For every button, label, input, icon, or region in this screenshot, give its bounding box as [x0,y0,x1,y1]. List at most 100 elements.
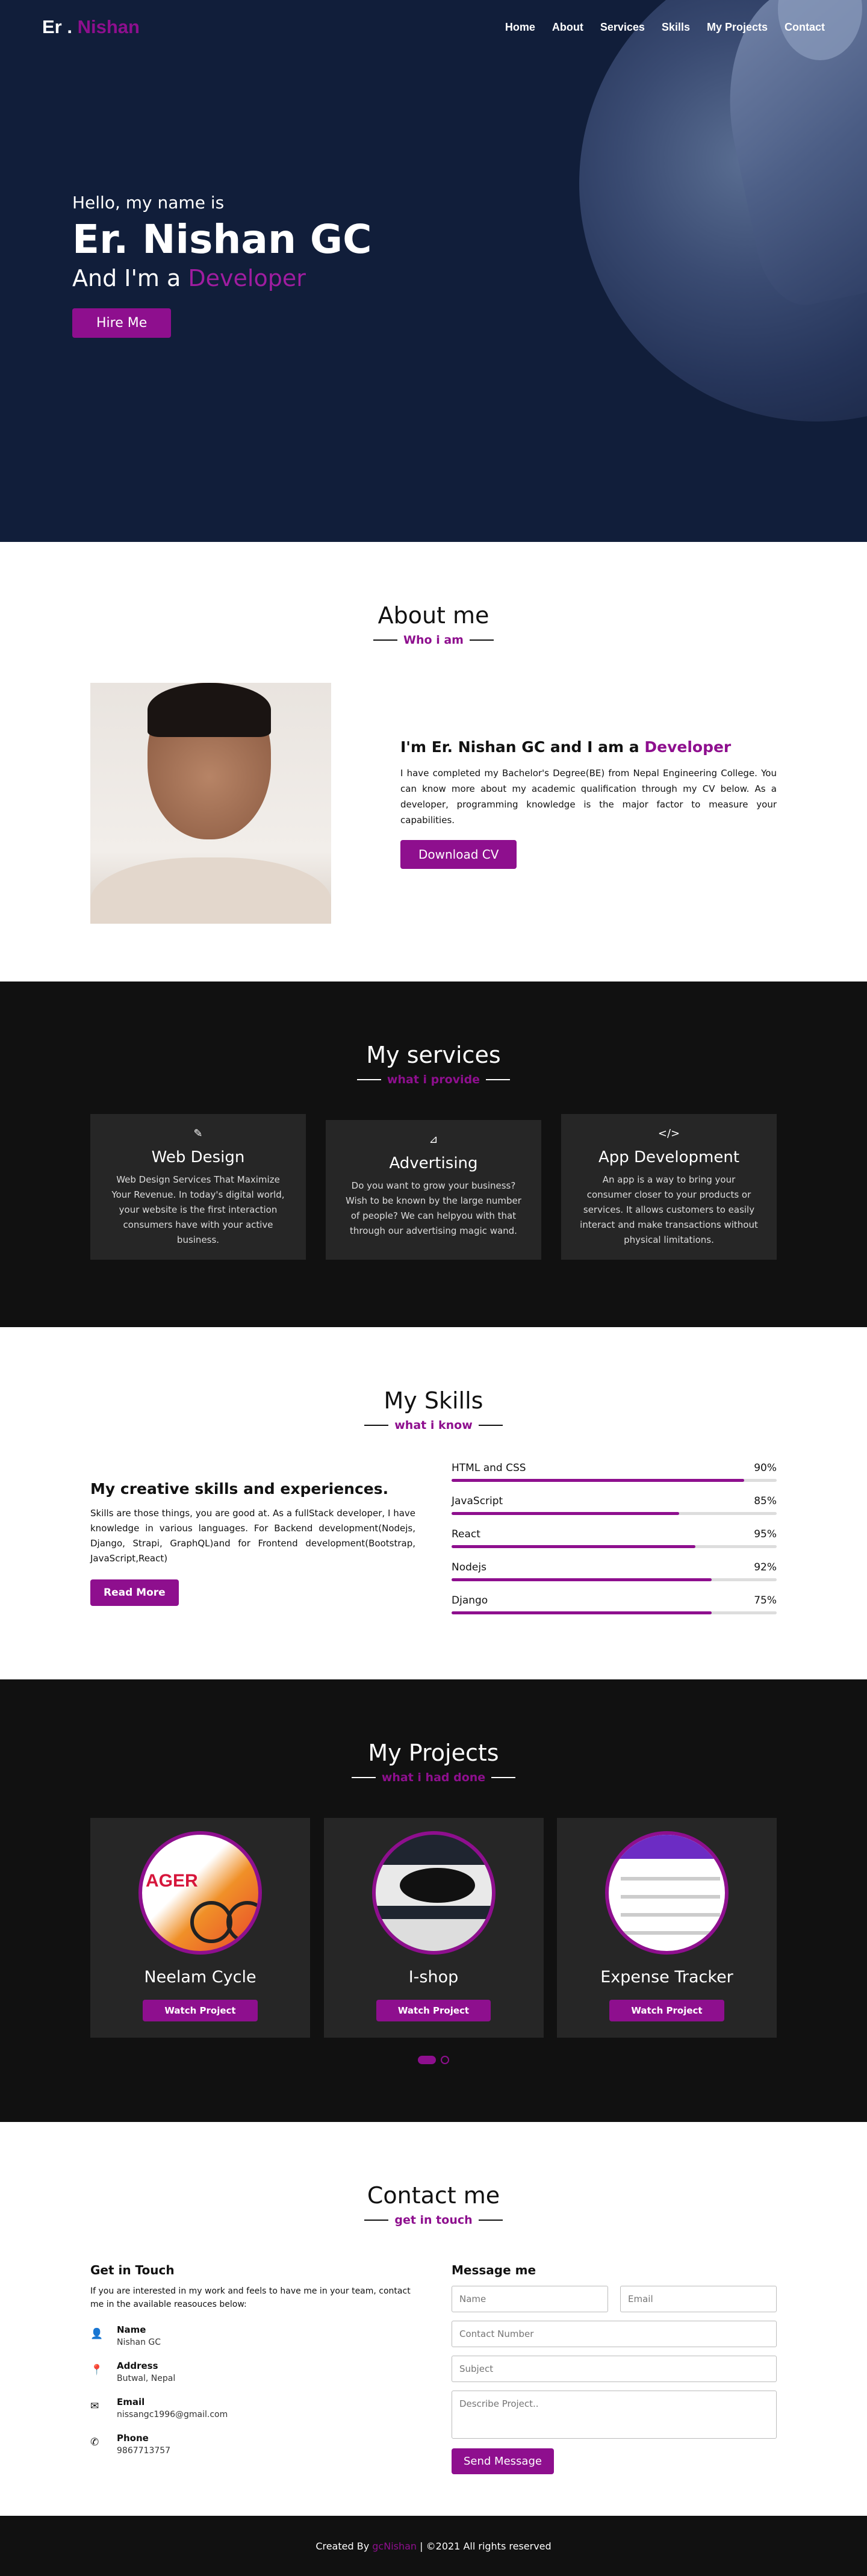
hero-name: Er. Nishan GC [72,216,372,263]
about-subtitle-text: Who i am [403,633,464,647]
footer-author-link[interactable]: gcNishan [372,2540,417,2552]
service-card-title: Advertising [389,1154,478,1172]
skill-bar-fill [452,1578,712,1581]
skill-name: Nodejs [452,1561,486,1573]
nav-link-projects[interactable]: My Projects [707,21,768,34]
code-icon: </> [657,1127,680,1140]
service-card-advertising: ⊿ Advertising Do you want to grow your b… [326,1120,541,1260]
contact-form: Message me Send Message [452,2263,777,2474]
contact-section: Contact me get in touch Get in Touch If … [0,2122,867,2516]
top-navbar: Er . Nishan Home About Services Skills M… [0,0,867,54]
skills-paragraph: Skills are those things, you are good at… [90,1508,415,1564]
thumbnail-row [621,1931,720,1935]
carousel-dot[interactable] [441,2056,449,2064]
contact-title: Contact me [367,2182,500,2209]
contact-item-address: 📍 Address Butwal, Nepal [90,2360,418,2383]
watch-project-button[interactable]: Watch Project [609,2000,724,2021]
project-thumbnail: AGER [138,1831,262,1955]
footer-prefix: Created By [315,2540,370,2552]
divider-line [356,1079,381,1080]
services-section: My services what i provide ✎ Web Design … [0,982,867,1327]
send-message-button[interactable]: Send Message [452,2448,554,2474]
watch-project-button[interactable]: Watch Project [376,2000,491,2021]
thumbnail-grid [375,1919,492,1951]
skill-percent: 95% [754,1528,777,1540]
service-cards: ✎ Web Design Web Design Services That Ma… [90,1114,777,1260]
bicycle-wheel-shape [226,1901,258,1943]
about-heading-role: Developer [644,738,732,756]
contact-value: Butwal, Nepal [117,2374,176,2383]
skill-name: HTML and CSS [452,1462,526,1474]
skill-bar-track [452,1611,777,1614]
service-card-title: Web Design [151,1148,245,1166]
skill-item: HTML and CSS 90% [452,1462,777,1482]
skill-bar-fill [452,1512,679,1515]
service-card-text: Web Design Services That Maximize Your R… [111,1174,285,1245]
name-input[interactable] [452,2286,608,2312]
hire-me-button[interactable]: Hire Me [72,308,172,338]
site-logo[interactable]: Er . Nishan [42,16,140,38]
form-row [452,2286,777,2312]
skills-heading: My creative skills and experiences. [90,1480,389,1498]
about-content: I'm Er. Nishan GC and I am a Developer I… [90,683,777,924]
skills-subtitle-text: what i know [394,1419,473,1432]
person-icon: 👤 [90,2328,104,2340]
hero-text: Hello, my name is Er. Nishan GC And I'm … [72,193,372,338]
thumbnail-product [399,1868,475,1903]
profile-photo [90,683,331,924]
skills-subtitle: what i know [0,1419,867,1432]
watch-project-button[interactable]: Watch Project [143,2000,258,2021]
photo-body [90,857,331,924]
nav-link-services[interactable]: Services [600,21,645,34]
contact-info: Get in Touch If you are interested in my… [90,2263,418,2474]
thumbnail-row [621,1895,720,1899]
skill-bar-fill [452,1479,744,1482]
services-title: My services [366,1042,501,1068]
logo-prefix: Er . [42,16,72,37]
carousel-dot-active[interactable] [418,2056,436,2064]
logo-name: Nishan [77,16,140,37]
contact-value: nissangc1996@gmail.com [117,2410,228,2419]
skill-bar-track [452,1545,777,1548]
skill-item: Nodejs 92% [452,1561,777,1581]
skill-name: JavaScript [452,1495,503,1507]
projects-section: My Projects what i had done AGER Neelam … [0,1679,867,2122]
contact-label: Phone [117,2433,149,2444]
skills-section: My Skills what i know My creative skills… [0,1327,867,1679]
thumbnail-header [609,1835,725,1859]
photo-hair [148,683,271,737]
contact-info-heading: Get in Touch [90,2263,175,2277]
service-card-web-design: ✎ Web Design Web Design Services That Ma… [90,1114,306,1260]
project-description-textarea[interactable] [452,2391,777,2439]
skill-bars: HTML and CSS 90% JavaScript 85% React 95% N… [452,1462,777,1628]
about-section: About me Who i am I'm Er. Nishan GC and … [0,542,867,982]
contact-label: Email [117,2397,145,2407]
service-card-text: Do you want to grow your business? Wish … [346,1180,521,1236]
project-title: I-shop [408,1968,459,1986]
nav-link-contact[interactable]: Contact [785,21,825,34]
chart-icon: ⊿ [429,1133,438,1146]
nav-link-home[interactable]: Home [505,21,535,34]
hero-role-highlight: Developer [188,265,306,291]
contact-label: Address [117,2360,158,2371]
contact-number-input[interactable] [452,2321,777,2347]
project-card-neelam-cycle: AGER Neelam Cycle Watch Project [90,1818,310,2038]
subject-input[interactable] [452,2356,777,2382]
download-cv-button[interactable]: Download CV [400,839,517,869]
read-more-button[interactable]: Read More [90,1579,179,1606]
skills-title: My Skills [384,1387,483,1414]
hero-section: Hello, my name is Er. Nishan GC And I'm … [0,0,867,542]
skill-bar-track [452,1512,777,1515]
brush-icon: ✎ [193,1127,203,1140]
nav-link-skills[interactable]: Skills [662,21,690,34]
nav-link-about[interactable]: About [552,21,583,34]
email-input[interactable] [620,2286,777,2312]
projects-subtitle: what i had done [0,1771,867,1784]
projects-title: My Projects [368,1740,499,1766]
services-subtitle-text: what i provide [387,1073,480,1086]
contact-item-email: ✉ Email nissangc1996@gmail.com [90,2397,418,2419]
thumbnail-row [621,1913,720,1917]
divider-line [364,1425,389,1426]
hero-portrait-image [579,0,867,422]
contact-item-name: 👤 Name Nishan GC [90,2324,418,2347]
